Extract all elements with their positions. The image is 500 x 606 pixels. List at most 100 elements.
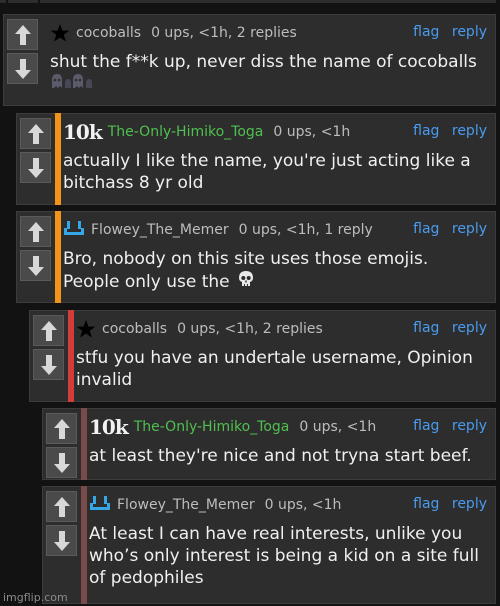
flag-link[interactable]: flag bbox=[413, 123, 439, 139]
username-link[interactable]: cocoballs bbox=[102, 321, 167, 337]
flag-link[interactable]: flag bbox=[413, 418, 439, 434]
downvote-button[interactable] bbox=[33, 349, 64, 380]
thread-depth-bar bbox=[68, 310, 74, 402]
comment-body: Bro, nobody on this site uses those emoj… bbox=[63, 248, 483, 294]
comment: Flowey_The_Memer 0 ups, <1h flag reply A… bbox=[42, 486, 496, 604]
vote-controls bbox=[30, 311, 68, 389]
comment-header: 10k The-Only-Himiko_Toga 0 ups, <1h bbox=[89, 414, 376, 440]
comment-body: actually I like the name, you're just ac… bbox=[63, 150, 483, 194]
reply-link[interactable]: reply bbox=[452, 24, 487, 40]
upvote-button[interactable] bbox=[7, 19, 38, 50]
10k-badge: 10k bbox=[89, 415, 129, 439]
comment-text: At least I can have real interests, unli… bbox=[89, 524, 479, 588]
downvote-button[interactable] bbox=[20, 152, 51, 183]
star-badge-icon bbox=[76, 319, 96, 339]
up-arrow-icon bbox=[40, 320, 57, 341]
upvote-button[interactable] bbox=[33, 315, 64, 346]
comment-header: cocoballs 0 ups, <1h, 2 replies bbox=[76, 316, 323, 342]
thread-depth-bar bbox=[81, 408, 87, 480]
flag-link[interactable]: flag bbox=[413, 221, 439, 237]
ghost-emoji-icon bbox=[52, 74, 92, 88]
down-arrow-icon bbox=[27, 157, 44, 178]
flag-link[interactable]: flag bbox=[413, 496, 439, 512]
upvote-button[interactable] bbox=[20, 216, 51, 247]
up-arrow-icon bbox=[27, 123, 44, 144]
reply-link[interactable]: reply bbox=[452, 418, 487, 434]
reply-link[interactable]: reply bbox=[452, 320, 487, 336]
username-link[interactable]: Flowey_The_Memer bbox=[117, 497, 255, 513]
smiley-badge-icon bbox=[89, 494, 111, 516]
reply-link[interactable]: reply bbox=[452, 221, 487, 237]
comment-stats: 0 ups, <1h bbox=[273, 124, 351, 140]
down-arrow-icon bbox=[27, 255, 44, 276]
skull-icon bbox=[237, 270, 255, 294]
upvote-button[interactable] bbox=[20, 118, 51, 149]
comment-header: Flowey_The_Memer 0 ups, <1h, 1 reply bbox=[63, 217, 373, 243]
up-arrow-icon bbox=[53, 496, 70, 517]
downvote-button[interactable] bbox=[46, 525, 77, 556]
comment: Flowey_The_Memer 0 ups, <1h, 1 reply fla… bbox=[16, 211, 496, 303]
comment-body: stfu you have an undertale username, Opi… bbox=[76, 347, 483, 391]
vote-controls bbox=[4, 15, 42, 93]
comment: cocoballs 0 ups, <1h, 2 replies flag rep… bbox=[29, 310, 496, 402]
downvote-button[interactable] bbox=[46, 447, 77, 478]
down-arrow-icon bbox=[53, 530, 70, 551]
comment-text: actually I like the name, you're just ac… bbox=[63, 151, 471, 193]
comment-actions: flag reply bbox=[405, 24, 487, 40]
comment-actions: flag reply bbox=[405, 418, 487, 434]
comment-stats: 0 ups, <1h, 2 replies bbox=[177, 321, 323, 337]
smiley-icon bbox=[90, 496, 110, 510]
comment-body: shut the f**k up, never diss the name of… bbox=[50, 51, 483, 95]
comment-stats: 0 ups, <1h, 1 reply bbox=[238, 222, 373, 238]
comment-body: at least they're nice and not tryna star… bbox=[89, 445, 483, 467]
username-link[interactable]: cocoballs bbox=[76, 25, 141, 41]
thread-depth-bar bbox=[81, 486, 87, 604]
star-icon bbox=[76, 320, 96, 338]
comment-text: shut the f**k up, never diss the name of… bbox=[50, 52, 477, 72]
comment-actions: flag reply bbox=[405, 320, 487, 336]
username-link[interactable]: Flowey_The_Memer bbox=[91, 222, 229, 238]
smiley-icon bbox=[64, 221, 84, 235]
comment-header: cocoballs 0 ups, <1h, 2 replies bbox=[50, 20, 297, 46]
vote-controls bbox=[17, 212, 55, 290]
comment-stats: 0 ups, <1h bbox=[264, 497, 342, 513]
comment-actions: flag reply bbox=[405, 221, 487, 237]
comment: cocoballs 0 ups, <1h, 2 replies flag rep… bbox=[3, 14, 496, 106]
comment-body: At least I can have real interests, unli… bbox=[89, 523, 483, 589]
flag-link[interactable]: flag bbox=[413, 24, 439, 40]
reply-link[interactable]: reply bbox=[452, 496, 487, 512]
comment: 10k The-Only-Himiko_Toga 0 ups, <1h flag… bbox=[16, 113, 496, 205]
previous-comments-edge bbox=[0, 0, 500, 3]
down-arrow-icon bbox=[53, 452, 70, 473]
comment-text: at least they're nice and not tryna star… bbox=[89, 446, 472, 466]
vote-controls bbox=[43, 409, 81, 487]
down-arrow-icon bbox=[14, 58, 31, 79]
username-link[interactable]: The-Only-Himiko_Toga bbox=[134, 419, 290, 435]
comment-header: Flowey_The_Memer 0 ups, <1h bbox=[89, 492, 341, 518]
comment-stats: 0 ups, <1h bbox=[299, 419, 377, 435]
comment: 10k The-Only-Himiko_Toga 0 ups, <1h flag… bbox=[42, 408, 496, 480]
vote-controls bbox=[17, 114, 55, 192]
flag-link[interactable]: flag bbox=[413, 320, 439, 336]
up-arrow-icon bbox=[27, 221, 44, 242]
thread-depth-bar bbox=[55, 113, 61, 205]
upvote-button[interactable] bbox=[46, 413, 77, 444]
comment-actions: flag reply bbox=[405, 496, 487, 512]
star-badge-icon bbox=[50, 23, 70, 43]
reply-link[interactable]: reply bbox=[452, 123, 487, 139]
previous-vote-edge bbox=[8, 0, 38, 3]
up-arrow-icon bbox=[53, 418, 70, 439]
upvote-button[interactable] bbox=[46, 491, 77, 522]
smiley-badge-icon bbox=[63, 219, 85, 241]
thread-depth-bar bbox=[55, 211, 61, 303]
comment-text: stfu you have an undertale username, Opi… bbox=[76, 348, 473, 390]
up-arrow-icon bbox=[14, 24, 31, 45]
downvote-button[interactable] bbox=[20, 250, 51, 281]
username-link[interactable]: The-Only-Himiko_Toga bbox=[108, 124, 264, 140]
skull-emoji-icon bbox=[239, 271, 254, 286]
ghost-icons bbox=[50, 73, 94, 95]
previous-comment-edge bbox=[40, 0, 496, 3]
downvote-button[interactable] bbox=[7, 53, 38, 84]
down-arrow-icon bbox=[40, 354, 57, 375]
comment-stats: 0 ups, <1h, 2 replies bbox=[151, 25, 297, 41]
